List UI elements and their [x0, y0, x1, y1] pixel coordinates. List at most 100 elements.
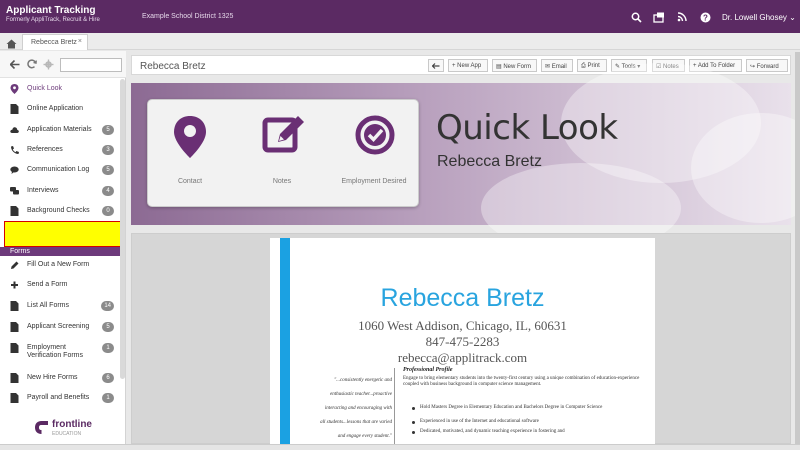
district-name: Example School District 1325	[142, 13, 234, 20]
brand-name: frontline	[52, 419, 92, 430]
new-form-button[interactable]: ▤ New Form	[492, 59, 537, 72]
sidebar-item-label: References	[27, 146, 63, 153]
count-badge: 1	[102, 393, 114, 403]
sidebar-item-label: Communication Log	[27, 166, 90, 173]
tab-bar: Rebecca Bretz ×	[0, 33, 800, 50]
forward-label: Forward	[756, 64, 779, 70]
cloud-upload-icon	[10, 127, 19, 133]
employment-desired-label: Employment Desired	[341, 178, 407, 185]
profile-bullet: Dedicated, motivated, and dynamic teachi…	[420, 429, 565, 434]
sidebar-item-label: Interviews	[27, 187, 59, 194]
back-button[interactable]	[428, 59, 444, 72]
count-badge: 14	[101, 301, 114, 311]
sidebar-item-label: List All Forms	[27, 302, 70, 309]
count-badge: 4	[102, 186, 114, 196]
resume-quote-line: all students...lessons that are varied	[320, 420, 392, 425]
search-icon[interactable]	[628, 9, 644, 25]
sidebar-item-application-materials[interactable]: Application Materials 5	[0, 120, 120, 140]
refresh-icon[interactable]	[27, 59, 37, 69]
sidebar-item-label: Send a Form	[27, 281, 68, 288]
sidebar-item-label: Quick Look	[27, 85, 63, 92]
app-header: Applicant Tracking Formerly AppliTrack, …	[0, 0, 800, 33]
tab-label: Rebecca Bretz	[31, 39, 77, 46]
inbox-icon[interactable]	[651, 9, 667, 25]
notes-quick-button[interactable]: Notes	[242, 114, 322, 194]
sidebar-item-list-all-forms[interactable]: List All Forms 14	[0, 296, 120, 316]
sidebar-scrollbar[interactable]	[120, 79, 125, 379]
professional-profile-text: Engage to bring elementary students into…	[403, 376, 640, 387]
sidebar-item-communication-log[interactable]: Communication Log 5	[0, 160, 120, 180]
count-badge: 1	[102, 343, 114, 353]
sidebar-item-send-form[interactable]: Send a Form	[0, 275, 120, 295]
email-button[interactable]: ✉ Email	[541, 59, 573, 72]
profile-bullet: Experienced in use of the Internet and e…	[420, 419, 539, 424]
brand-subtitle: EDUCATION	[52, 431, 82, 437]
sidebar-item-employment-verification[interactable]: Employment Verification Forms 1	[0, 338, 120, 364]
sidebar-item-interviews[interactable]: Interviews 4	[0, 181, 120, 201]
count-badge: 5	[102, 322, 114, 332]
tab-applicant[interactable]: Rebecca Bretz ×	[22, 34, 88, 50]
email-label: Email	[551, 64, 567, 70]
sidebar-item-payroll-benefits[interactable]: Payroll and Benefits 1	[0, 388, 120, 408]
print-button[interactable]: ⎙ Print	[577, 59, 607, 72]
edit-icon	[11, 261, 19, 269]
quick-look-card: Contact Notes Employment Desired	[147, 99, 419, 207]
sidebar-item-quick-look[interactable]: Quick Look	[0, 79, 120, 99]
sidebar-item-applicant-screening[interactable]: Applicant Screening 5	[0, 317, 120, 337]
document-icon	[10, 206, 19, 216]
resume-phone: 847-475-2283	[425, 334, 500, 349]
sidebar-toolbar	[0, 51, 126, 78]
gear-icon[interactable]	[43, 59, 54, 70]
page-scrollbar[interactable]	[795, 52, 800, 444]
professional-profile-heading: Professional Profile	[403, 367, 453, 373]
contact-button[interactable]: Contact	[150, 114, 230, 194]
employment-desired-button[interactable]: Employment Desired	[334, 114, 414, 194]
new-app-label: New App	[457, 63, 482, 69]
sidebar-item-online-application[interactable]: Online Application	[0, 99, 120, 119]
bullet-dot	[412, 407, 415, 410]
applicant-name: Rebecca Bretz	[140, 61, 206, 72]
document-icon	[10, 373, 19, 383]
rss-icon[interactable]	[674, 9, 690, 25]
new-form-label: New Form	[503, 64, 532, 70]
svg-text:?: ?	[703, 13, 708, 22]
document-icon	[10, 301, 19, 311]
count-badge: 3	[102, 145, 114, 155]
home-icon[interactable]	[6, 36, 18, 49]
sidebar-search-input[interactable]	[60, 58, 122, 72]
help-icon[interactable]: ?	[697, 9, 713, 25]
print-label: Print	[587, 63, 600, 69]
document-icon	[10, 322, 19, 332]
arrow-left-icon	[431, 63, 440, 69]
new-app-button[interactable]: + New App	[448, 59, 488, 72]
sidebar-item-background-checks[interactable]: Background Checks 0	[0, 201, 120, 221]
sidebar-item-label: Payroll and Benefits	[27, 394, 90, 401]
document-icon	[10, 343, 19, 353]
close-icon[interactable]: ×	[78, 38, 82, 45]
bullet-dot	[412, 431, 415, 434]
count-badge: 5	[102, 125, 114, 135]
count-badge: 6	[102, 373, 114, 383]
resume-quote-line: interacting and encouraging with	[324, 406, 392, 411]
sidebar-item-new-hire-forms[interactable]: New Hire Forms 6	[0, 368, 120, 388]
resume-viewer[interactable]: Rebecca Bretz 1060 West Addison, Chicago…	[131, 233, 791, 445]
quick-look-title: Quick Look	[436, 108, 618, 148]
map-marker-icon	[10, 84, 19, 94]
sidebar-item-fill-out-form[interactable]: Fill Out a New Form	[0, 255, 120, 275]
resume-email: rebecca@applitrack.com	[397, 350, 528, 365]
user-menu[interactable]: Dr. Lowell Ghosey ⌄	[722, 13, 796, 22]
resume-quote-line: "...consistently energetic and	[334, 378, 392, 383]
check-circle-icon	[355, 115, 395, 155]
sidebar-item-label: Employment Verification Forms	[27, 344, 84, 359]
sidebar-item-references[interactable]: References 3	[0, 140, 120, 160]
resume-divider	[394, 368, 395, 445]
sidebar-item-label: Online Application	[27, 105, 84, 112]
forward-button[interactable]: ↪ Forward	[746, 59, 788, 72]
quick-look-applicant-name: Rebecca Bretz	[437, 153, 542, 170]
resume-name: Rebecca Bretz	[380, 284, 545, 312]
back-arrow-icon[interactable]	[10, 60, 20, 69]
resume-address: 1060 West Addison, Chicago, IL, 60631	[358, 318, 567, 333]
document-icon	[10, 393, 19, 403]
profile-bullet: Hold Masters Degree in Elementary Educat…	[420, 405, 603, 410]
comments-icon	[10, 187, 19, 195]
